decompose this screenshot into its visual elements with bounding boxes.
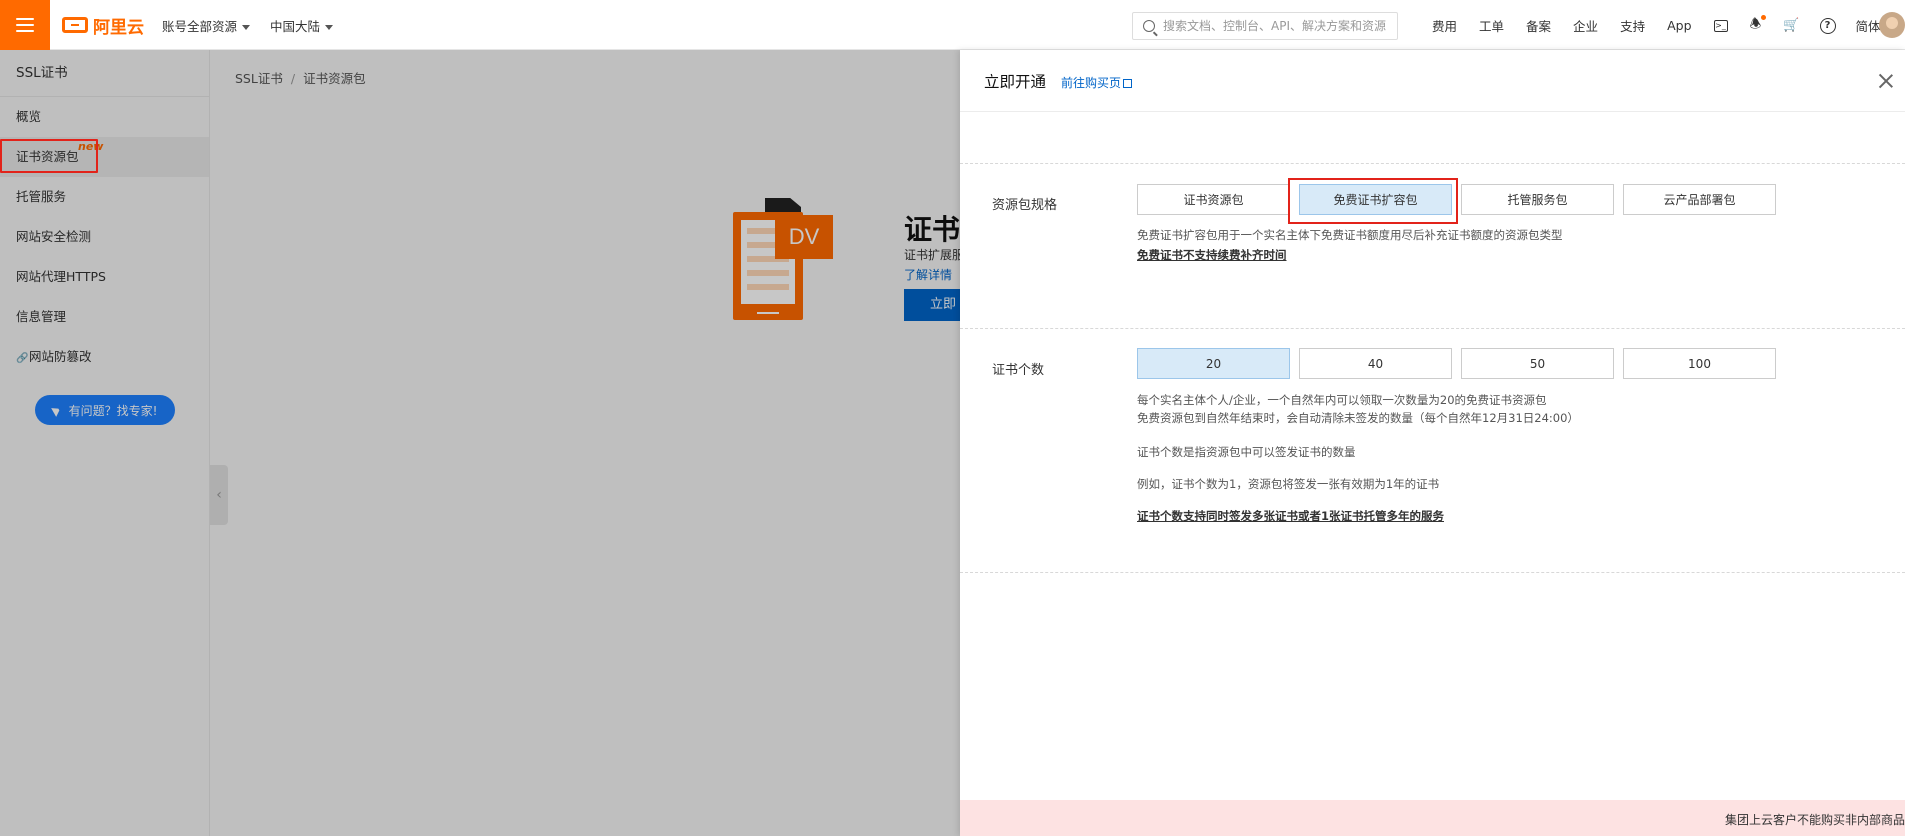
count-note: 例如，证书个数为1，资源包将签发一张有效期为1年的证书 <box>1137 477 1440 491</box>
external-link-icon <box>1123 79 1133 88</box>
avatar[interactable] <box>1879 12 1905 38</box>
sidebar-highlight-frame <box>0 139 98 173</box>
buy-page-link[interactable]: 前往购买页 <box>1061 74 1133 91</box>
spec-option-cert-package[interactable]: 证书资源包 <box>1137 184 1290 215</box>
close-icon[interactable] <box>1877 72 1895 90</box>
count-option-100[interactable]: 100 <box>1623 348 1776 379</box>
drawer-header: 立即开通 前往购买页 <box>960 50 1905 112</box>
spec-option-deploy-package[interactable]: 云产品部署包 <box>1623 184 1776 215</box>
buy-page-link-label: 前往购买页 <box>1061 76 1122 90</box>
region-dropdown[interactable]: 中国大陆 <box>270 16 334 35</box>
count-note: 免费资源包到自然年结束时，会自动清除未签发的数量（每个自然年12月31日24:0… <box>1137 411 1579 425</box>
global-search[interactable] <box>1132 12 1398 40</box>
count-section: 证书个数 20 40 50 100 每个实名主体个人/企业，一个自然年内可以领取… <box>960 328 1905 572</box>
count-option-40[interactable]: 40 <box>1299 348 1452 379</box>
cart-icon[interactable]: 🛒 <box>1783 18 1799 34</box>
count-label: 证书个数 <box>992 363 1045 378</box>
chevron-down-icon <box>242 25 251 30</box>
top-navbar: 阿里云 账号全部资源 中国大陆 费用 工单 备案 企业 支持 App >_ 🕭 … <box>0 0 1905 50</box>
spec-highlight-frame <box>1288 178 1458 224</box>
drawer-title: 立即开通 <box>984 73 1047 91</box>
count-note: 证书个数是指资源包中可以签发证书的数量 <box>1137 445 1356 459</box>
count-note-link[interactable]: 证书个数支持同时签发多张证书或者1张证书托管多年的服务 <box>1137 508 1444 524</box>
section-divider <box>960 572 1905 573</box>
language-switch[interactable]: 简体 <box>1856 16 1881 35</box>
bottom-notice-text: 集团上云客户不能购买非内部商品 <box>1724 813 1905 827</box>
activate-drawer: 立即开通 前往购买页 资源包规格 证书资源包 免费证书扩容包 托管服务包 云产品… <box>960 50 1905 836</box>
hamburger-icon <box>16 18 34 32</box>
account-scope-label: 账号全部资源 <box>162 19 238 34</box>
count-options: 20 40 50 100 <box>1137 348 1776 379</box>
help-icon[interactable]: ? <box>1819 17 1836 34</box>
nav-tickets[interactable]: 工单 <box>1479 16 1504 35</box>
chevron-down-icon <box>325 25 334 30</box>
count-option-20[interactable]: 20 <box>1137 348 1290 379</box>
account-scope-dropdown[interactable]: 账号全部资源 <box>162 16 251 35</box>
spec-note-link[interactable]: 免费证书不支持续费补齐时间 <box>1137 247 1287 263</box>
nav-enterprise[interactable]: 企业 <box>1573 16 1598 35</box>
search-icon <box>1143 20 1155 32</box>
search-input[interactable] <box>1163 19 1393 33</box>
nav-icp[interactable]: 备案 <box>1526 16 1551 35</box>
nav-fees[interactable]: 费用 <box>1432 16 1457 35</box>
spec-note: 免费证书扩容包用于一个实名主体下免费证书额度用尽后补充证书额度的资源包类型 <box>1137 228 1563 242</box>
terminal-icon[interactable]: >_ <box>1713 19 1728 32</box>
menu-button[interactable] <box>0 0 50 50</box>
bottom-notice-bar: 集团上云客户不能购买非内部商品 <box>960 800 1905 836</box>
spec-option-hosting-package[interactable]: 托管服务包 <box>1461 184 1614 215</box>
logo-text: 阿里云 <box>93 17 144 38</box>
bell-icon[interactable]: 🕭 <box>1748 14 1766 34</box>
region-label: 中国大陆 <box>270 19 321 34</box>
nav-app[interactable]: App <box>1667 18 1691 33</box>
aliyun-logo-icon <box>62 17 88 33</box>
count-option-50[interactable]: 50 <box>1461 348 1614 379</box>
count-note: 每个实名主体个人/企业，一个自然年内可以领取一次数量为20的免费证书资源包 <box>1137 393 1547 407</box>
spec-label: 资源包规格 <box>992 198 1058 213</box>
aliyun-logo[interactable]: 阿里云 <box>62 14 144 38</box>
nav-support[interactable]: 支持 <box>1620 16 1645 35</box>
